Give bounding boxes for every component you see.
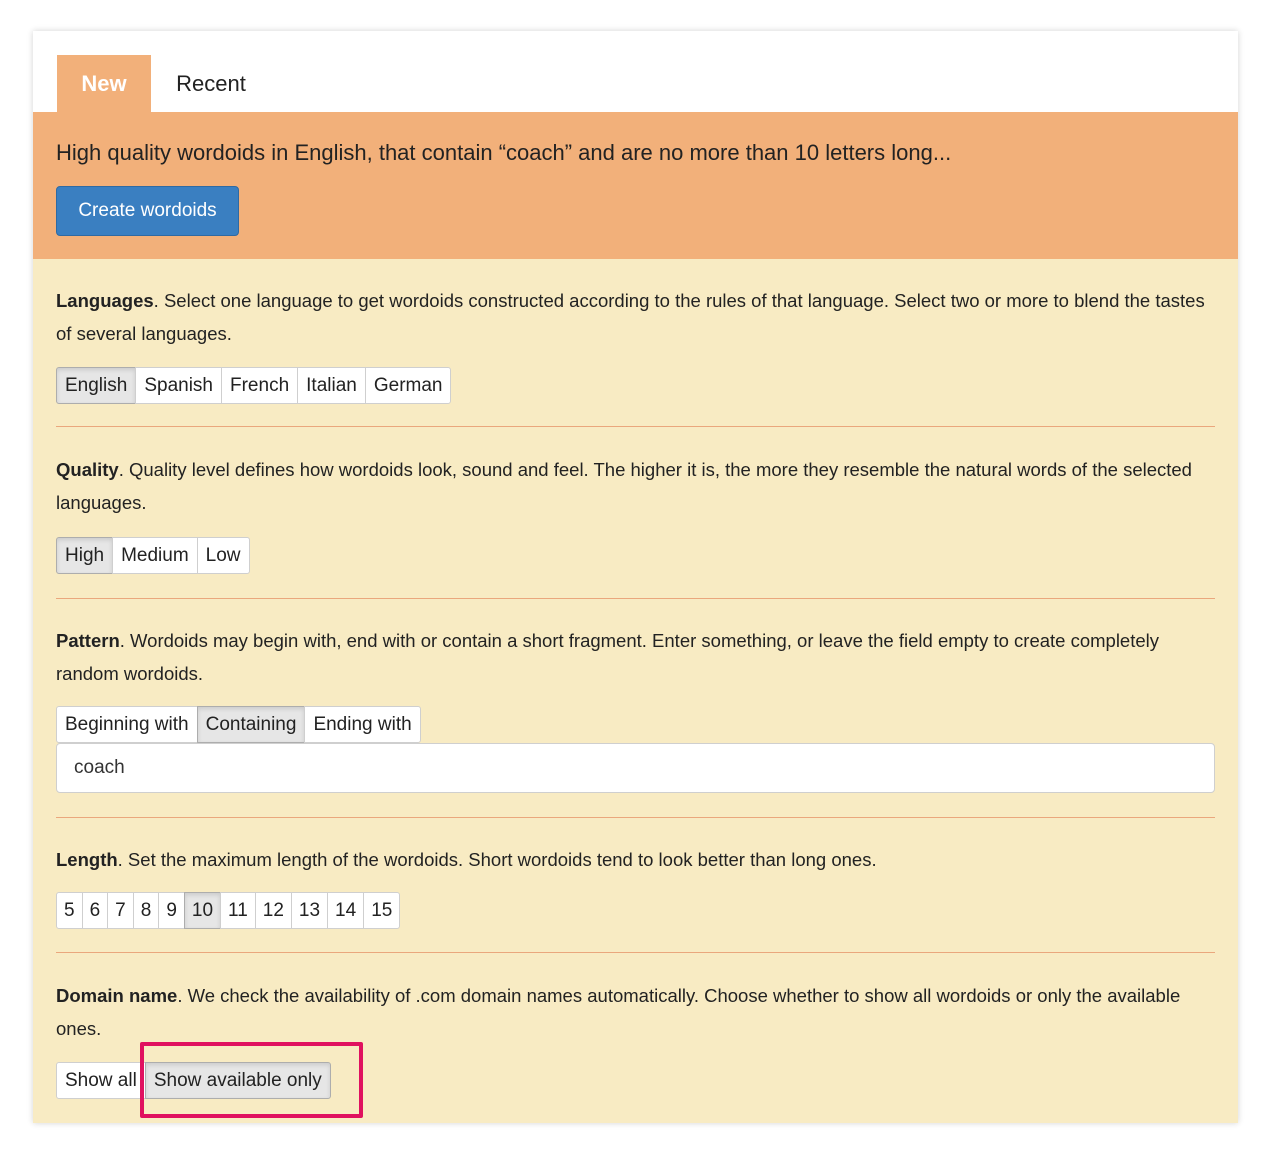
languages-description: Languages. Select one language to get wo… (56, 284, 1216, 350)
quality-option-medium[interactable]: Medium (112, 537, 198, 574)
summary-banner: High quality wordoids in English, that c… (33, 112, 1238, 259)
quality-options: High Medium Low (56, 537, 250, 574)
section-divider (56, 426, 1215, 427)
section-divider (56, 952, 1215, 953)
tab-new[interactable]: New (57, 55, 151, 112)
section-divider (56, 817, 1215, 818)
pattern-option-containing[interactable]: Containing (196, 706, 306, 743)
annotation-highlight-box (140, 1042, 363, 1118)
domain-description: Domain name. We check the availability o… (56, 979, 1216, 1045)
quality-text: . Quality level defines how wordoids loo… (56, 459, 1192, 513)
length-section: Length. Set the maximum length of the wo… (56, 843, 1216, 876)
language-option-italian[interactable]: Italian (297, 367, 366, 404)
length-option-9[interactable]: 9 (158, 892, 185, 929)
length-option-7[interactable]: 7 (107, 892, 134, 929)
tab-bar: New Recent (33, 31, 1238, 112)
domain-title: Domain name (56, 985, 178, 1006)
length-option-12[interactable]: 12 (254, 892, 292, 929)
length-title: Length (56, 849, 118, 870)
length-option-11[interactable]: 11 (220, 892, 256, 929)
wordoid-generator-card: New Recent High quality wordoids in Engl… (33, 31, 1238, 1123)
length-option-6[interactable]: 6 (81, 892, 109, 929)
language-option-spanish[interactable]: Spanish (135, 367, 222, 404)
pattern-description: Pattern. Wordoids may begin with, end wi… (56, 624, 1216, 690)
pattern-input[interactable]: coach (56, 743, 1215, 793)
languages-section: Languages. Select one language to get wo… (56, 284, 1216, 350)
length-description: Length. Set the maximum length of the wo… (56, 843, 1216, 876)
languages-title: Languages (56, 290, 154, 311)
quality-option-high[interactable]: High (56, 537, 114, 574)
section-divider (56, 598, 1215, 599)
length-option-8[interactable]: 8 (132, 892, 160, 929)
pattern-options: Beginning with Containing Ending with (56, 706, 421, 743)
language-option-french[interactable]: French (221, 367, 299, 404)
length-option-10[interactable]: 10 (183, 892, 222, 929)
pattern-option-beginning[interactable]: Beginning with (56, 706, 198, 743)
domain-section: Domain name. We check the availability o… (56, 979, 1216, 1045)
quality-title: Quality (56, 459, 119, 480)
domain-option-show-all[interactable]: Show all (56, 1062, 146, 1099)
length-option-14[interactable]: 14 (327, 892, 365, 929)
pattern-title: Pattern (56, 630, 120, 651)
length-option-13[interactable]: 13 (290, 892, 329, 929)
length-text: . Set the maximum length of the wordoids… (117, 849, 877, 870)
tab-recent[interactable]: Recent (157, 55, 265, 112)
quality-option-low[interactable]: Low (196, 537, 250, 574)
length-options: 5 6 7 8 9 10 11 12 13 14 15 (56, 892, 401, 929)
languages-text: . Select one language to get wordoids co… (56, 290, 1205, 344)
length-option-15[interactable]: 15 (363, 892, 401, 929)
language-option-english[interactable]: English (56, 367, 137, 404)
quality-section: Quality. Quality level defines how wordo… (56, 453, 1216, 519)
quality-description: Quality. Quality level defines how wordo… (56, 453, 1216, 519)
language-options: English Spanish French Italian German (56, 367, 452, 404)
pattern-option-ending[interactable]: Ending with (304, 706, 421, 743)
pattern-text: . Wordoids may begin with, end with or c… (56, 630, 1160, 684)
language-option-german[interactable]: German (364, 367, 452, 404)
domain-text: . We check the availability of .com doma… (56, 985, 1181, 1039)
create-wordoids-button[interactable]: Create wordoids (56, 186, 239, 236)
summary-text: High quality wordoids in English, that c… (56, 140, 952, 165)
pattern-section: Pattern. Wordoids may begin with, end wi… (56, 624, 1216, 690)
length-option-5[interactable]: 5 (56, 892, 83, 929)
